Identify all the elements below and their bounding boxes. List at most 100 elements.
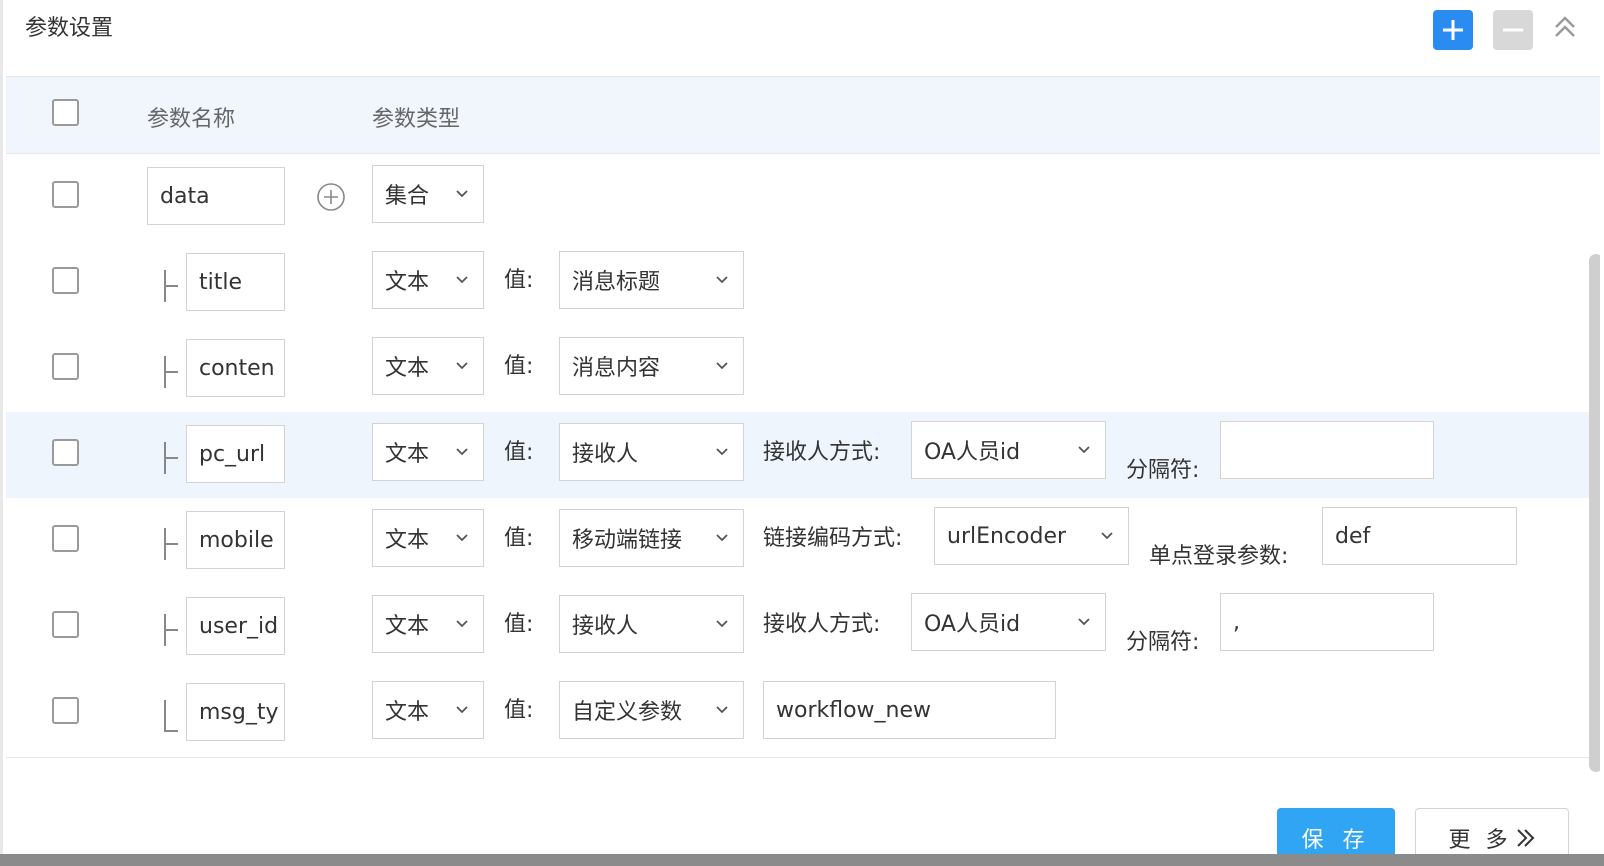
- separator-input[interactable]: ,: [1220, 593, 1434, 651]
- row-checkbox[interactable]: [52, 267, 79, 294]
- receiver-mode-label: 接收人方式:: [763, 440, 881, 465]
- chevron-down-icon: [456, 362, 468, 370]
- plus-circle-icon: [317, 183, 345, 211]
- link-encoding-value: urlEncoder: [947, 523, 1067, 549]
- separator-input[interactable]: [1220, 421, 1434, 479]
- table-row: mobile 文本 值: 移动端链接 链接编码方式: urlEncoder 单点…: [6, 498, 1596, 586]
- tree-branch-line: [164, 442, 182, 474]
- chevron-down-icon: [716, 534, 728, 542]
- param-name-input[interactable]: mobile: [186, 511, 285, 569]
- value-select-value: 消息内容: [572, 356, 661, 381]
- row-checkbox[interactable]: [52, 439, 79, 466]
- param-name-input[interactable]: conten: [186, 339, 285, 397]
- collapse-button[interactable]: [1548, 10, 1582, 44]
- value-label: 值:: [504, 526, 534, 551]
- chevron-down-icon: [456, 620, 468, 628]
- value-select-value: 自定义参数: [572, 700, 683, 725]
- chevron-down-icon: [716, 276, 728, 284]
- minus-icon: [1503, 28, 1523, 32]
- add-child-button[interactable]: [315, 181, 347, 213]
- sso-param-label: 单点登录参数:: [1149, 544, 1289, 569]
- param-type-select[interactable]: 文本: [372, 251, 484, 309]
- link-encoding-label: 链接编码方式:: [763, 526, 903, 551]
- value-select-value: 接收人: [572, 614, 639, 639]
- tree-branch-line: [164, 528, 182, 560]
- double-chevron-right-icon: [1516, 829, 1534, 847]
- receiver-mode-value: OA人员id: [924, 440, 1021, 465]
- value-select[interactable]: 移动端链接: [559, 509, 744, 567]
- more-button[interactable]: 更 多: [1415, 808, 1569, 854]
- param-name-input[interactable]: data: [147, 167, 285, 225]
- param-type-value: 文本: [385, 528, 430, 553]
- plus-icon: [1443, 20, 1463, 40]
- param-type-select[interactable]: 文本: [372, 595, 484, 653]
- value-select-value: 移动端链接: [572, 528, 683, 553]
- tree-branch-line: [164, 270, 182, 302]
- param-name-input[interactable]: title: [186, 253, 285, 311]
- param-type-value: 文本: [385, 270, 430, 295]
- receiver-mode-select[interactable]: OA人员id: [911, 421, 1106, 479]
- param-type-value: 集合: [385, 184, 430, 209]
- link-encoding-select[interactable]: urlEncoder: [934, 507, 1129, 565]
- table-row: data 集合: [6, 154, 1596, 242]
- chevron-down-icon: [716, 620, 728, 628]
- row-checkbox[interactable]: [52, 611, 79, 638]
- table-row: msg_ty 文本 值: 自定义参数 workflow_new: [6, 670, 1596, 758]
- value-select[interactable]: 自定义参数: [559, 681, 744, 739]
- tree-branch-line: [164, 614, 182, 646]
- delete-row-button[interactable]: [1493, 10, 1533, 50]
- header-param-name: 参数名称: [147, 107, 236, 132]
- param-name-input[interactable]: user_id: [186, 597, 285, 655]
- value-label: 值:: [504, 354, 534, 379]
- separator-label: 分隔符:: [1126, 630, 1200, 655]
- chevron-down-icon: [456, 276, 468, 284]
- custom-param-input[interactable]: workflow_new: [763, 681, 1056, 739]
- panel-title: 参数设置: [25, 16, 114, 41]
- param-name-input[interactable]: msg_ty: [186, 683, 285, 741]
- select-all-checkbox[interactable]: [52, 99, 79, 126]
- receiver-mode-select[interactable]: OA人员id: [911, 593, 1106, 651]
- param-name-input[interactable]: pc_url: [186, 425, 285, 483]
- vertical-scrollbar[interactable]: [1589, 254, 1600, 772]
- param-type-value: 文本: [385, 614, 430, 639]
- param-type-select[interactable]: 文本: [372, 337, 484, 395]
- save-button[interactable]: 保 存: [1277, 808, 1395, 854]
- table-header: 参数名称 参数类型: [6, 76, 1600, 154]
- value-label: 值:: [504, 612, 534, 637]
- value-label: 值:: [504, 440, 534, 465]
- sso-param-input[interactable]: def: [1322, 507, 1517, 565]
- value-select[interactable]: 消息内容: [559, 337, 744, 395]
- row-checkbox[interactable]: [52, 525, 79, 552]
- table-row: pc_url 文本 值: 接收人 接收人方式: OA人员id 分隔符:: [6, 412, 1596, 500]
- chevron-down-icon: [716, 362, 728, 370]
- chevron-down-icon: [456, 190, 468, 198]
- table-row: user_id 文本 值: 接收人 接收人方式: OA人员id 分隔符: ,: [6, 584, 1596, 672]
- add-row-button[interactable]: [1433, 10, 1473, 50]
- table-row: conten 文本 值: 消息内容: [6, 326, 1596, 414]
- receiver-mode-value: OA人员id: [924, 612, 1021, 637]
- param-type-select[interactable]: 文本: [372, 681, 484, 739]
- value-select[interactable]: 消息标题: [559, 251, 744, 309]
- param-type-select[interactable]: 集合: [372, 165, 484, 223]
- chevron-down-icon: [716, 448, 728, 456]
- chevron-down-icon: [1101, 532, 1113, 540]
- value-select-value: 消息标题: [572, 270, 661, 295]
- value-select[interactable]: 接收人: [559, 595, 744, 653]
- param-type-value: 文本: [385, 356, 430, 381]
- param-type-select[interactable]: 文本: [372, 423, 484, 481]
- value-label: 值:: [504, 268, 534, 293]
- table-row: title 文本 值: 消息标题: [6, 240, 1596, 328]
- value-select[interactable]: 接收人: [559, 423, 744, 481]
- chevron-down-icon: [1078, 618, 1090, 626]
- double-chevron-up-icon: [1555, 16, 1575, 37]
- chevron-down-icon: [456, 706, 468, 714]
- value-label: 值:: [504, 698, 534, 723]
- header-param-type: 参数类型: [372, 107, 461, 132]
- chevron-down-icon: [456, 534, 468, 542]
- row-checkbox[interactable]: [52, 353, 79, 380]
- tree-branch-line: [164, 356, 182, 388]
- chevron-down-icon: [716, 706, 728, 714]
- param-type-select[interactable]: 文本: [372, 509, 484, 567]
- row-checkbox[interactable]: [52, 697, 79, 724]
- row-checkbox[interactable]: [52, 181, 79, 208]
